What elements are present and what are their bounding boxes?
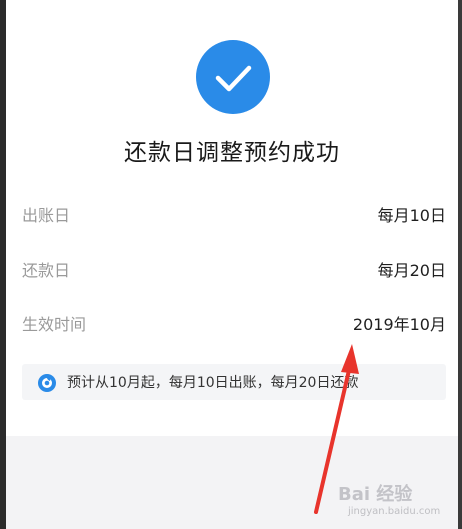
- result-card: 还款日调整预约成功 出账日 每月10日 还款日 每月20日 生效时间 2019年…: [6, 0, 458, 436]
- check-circle-icon: [196, 40, 270, 114]
- detail-value: 每月10日: [377, 206, 446, 225]
- info-drop-icon: [38, 374, 56, 392]
- detail-label: 还款日: [22, 261, 71, 280]
- notice-banner: 预计从10月起，每月10日出账，每月20日还款: [22, 364, 446, 400]
- detail-value: 2019年10月: [352, 315, 446, 334]
- detail-row-repay-date: 还款日 每月20日: [22, 254, 446, 284]
- detail-row-bill-date: 出账日 每月10日: [22, 199, 446, 229]
- detail-value: 每月20日: [377, 261, 446, 280]
- detail-label: 生效时间: [22, 315, 87, 334]
- notice-text: 预计从10月起，每月10日出账，每月20日还款: [67, 375, 359, 391]
- watermark-logo: Bai 经验 jingyan.baidu.com: [338, 480, 448, 524]
- detail-label: 出账日: [22, 206, 71, 225]
- watermark-sub: jingyan.baidu.com: [348, 506, 441, 517]
- detail-row-effective-time: 生效时间 2019年10月: [22, 308, 446, 338]
- watermark-main: Bai 经验: [338, 484, 413, 505]
- screen-edge-right: [458, 0, 462, 529]
- page-title: 还款日调整预约成功: [124, 140, 340, 166]
